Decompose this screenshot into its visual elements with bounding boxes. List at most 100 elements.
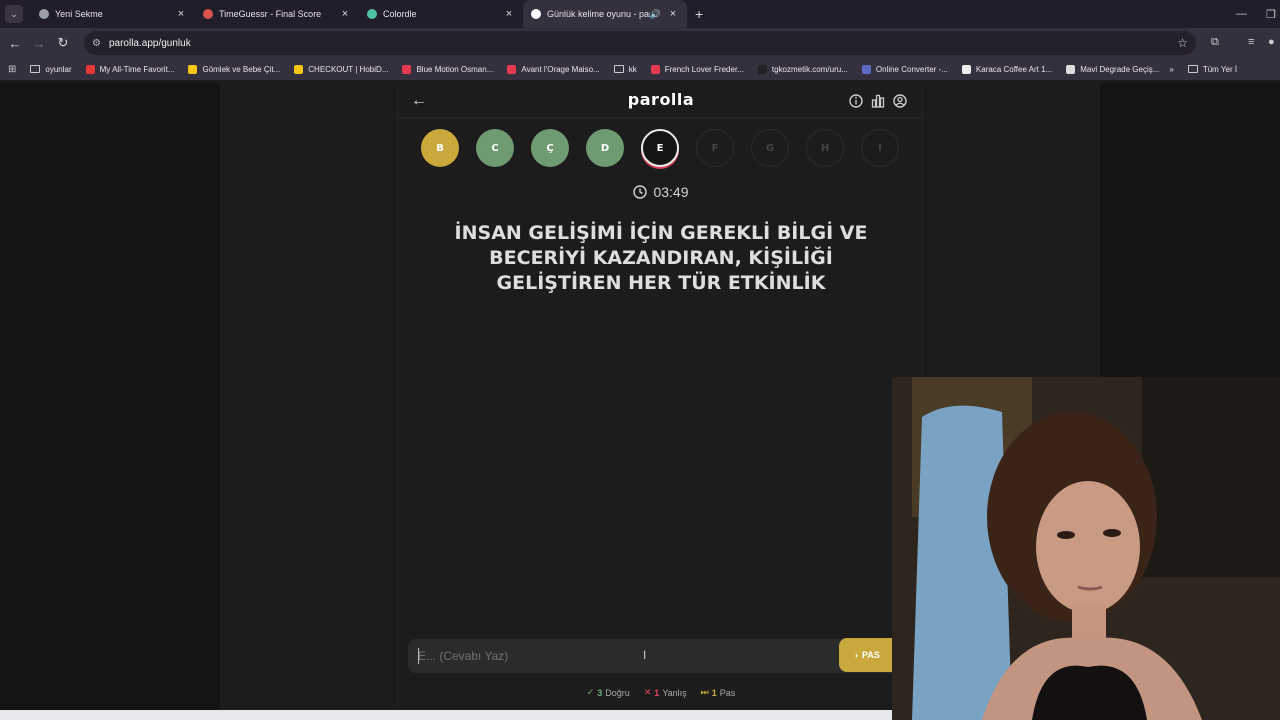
letter-circle-pending: H — [806, 129, 844, 167]
bookmark-item[interactable]: My All-Time Favorit... — [85, 64, 175, 74]
letter-circle-green: D — [586, 129, 624, 167]
profile-icon[interactable]: ● — [1268, 36, 1275, 48]
bookmark-favicon-icon — [650, 64, 660, 74]
letter-circle-pending: G — [751, 129, 789, 167]
game-logo: parolla — [627, 90, 695, 109]
bookmark-label: Mavi Degrade Geçiş... — [1080, 64, 1160, 74]
address-toolbar: ← → ↻ ⚙ parolla.app/gunluk ☆ ⧉ ≡ ● — [0, 28, 1280, 58]
bookmark-favicon-icon — [85, 64, 95, 74]
tab-favicon-icon — [367, 9, 377, 19]
folder-icon — [30, 65, 41, 73]
game-panel: ← parolla BCÇDEFGHİ 03:49 İNSAN GELİŞİMİ… — [397, 83, 924, 710]
mouse-cursor-icon: I — [643, 648, 647, 662]
bookmark-item[interactable]: Karaca Coffee Art 1... — [961, 64, 1052, 74]
browser-tab[interactable]: Günlük kelime oyunu - parolla🔊 × — [523, 0, 687, 28]
new-tab-button[interactable]: + — [695, 6, 709, 22]
tab-favicon-icon — [203, 9, 213, 19]
bookmark-label: Online Converter -... — [875, 64, 948, 74]
cross-icon: ✕ — [643, 687, 652, 697]
all-bookmarks-folder[interactable]: Tüm Yer İ — [1187, 65, 1237, 74]
reload-button[interactable]: ↻ — [51, 35, 75, 51]
tab-favicon-icon — [39, 9, 49, 19]
folder-icon — [1187, 65, 1198, 73]
header-divider — [398, 117, 924, 118]
pass-button[interactable]: › PAS — [839, 638, 893, 672]
bookmark-item[interactable]: Blue Motion Osman... — [402, 64, 494, 74]
site-info-icon[interactable]: ⚙ — [92, 38, 101, 49]
minimize-button[interactable]: — — [1236, 0, 1247, 28]
tab-close-icon[interactable]: × — [339, 8, 351, 20]
bookmark-favicon-icon — [861, 64, 871, 74]
forward-button[interactable]: → — [27, 36, 51, 51]
tabs-container: Yeni Sekme × TimeGuessr - Final Score × Colo… — [31, 0, 687, 28]
bookmark-favicon-icon — [757, 64, 767, 74]
answer-box[interactable] — [408, 639, 898, 673]
question-text: İNSAN GELİŞİMİ İÇİN GEREKLİ BİLGİ VE BEC… — [454, 222, 868, 294]
browser-tab[interactable]: Yeni Sekme × — [31, 0, 195, 28]
bookmark-favicon-icon — [188, 64, 198, 74]
bookmark-item[interactable]: Mavi Degrade Geçiş... — [1066, 64, 1160, 74]
stats-chart-icon[interactable] — [870, 93, 886, 109]
folder-icon — [613, 65, 624, 73]
bookmark-label: My All-Time Favorit... — [99, 64, 175, 74]
skip-icon: ⏭ — [700, 687, 709, 697]
tab-title: Yeni Sekme — [55, 9, 103, 19]
timer-value: 03:49 — [653, 184, 689, 200]
pass-count: 1 — [711, 687, 717, 698]
tab-favicon-icon — [531, 9, 541, 19]
pass-stat-label: Pas — [719, 687, 736, 698]
bookmark-item[interactable]: CHECKOUT | HobiD... — [294, 64, 389, 74]
tab-close-icon[interactable]: × — [175, 8, 187, 20]
bookmark-item[interactable]: Gömlek ve Bebe Çit... — [188, 64, 281, 74]
answer-input[interactable] — [418, 639, 828, 673]
reading-list-icon[interactable]: ≡ — [1248, 36, 1254, 48]
bookmark-favicon-icon — [961, 64, 971, 74]
bookmark-item[interactable]: oyunlar — [30, 64, 72, 74]
bookmark-favicon-icon — [402, 64, 412, 74]
os-taskbar — [0, 710, 892, 720]
bookmark-star-icon[interactable]: ☆ — [1177, 36, 1188, 50]
bookmark-item[interactable]: Online Converter -... — [861, 64, 948, 74]
bookmark-label: oyunlar — [45, 64, 72, 74]
tab-title: Colordle — [383, 9, 417, 19]
bookmark-item[interactable]: French Lover Freder... — [650, 64, 744, 74]
bookmark-item[interactable]: tgkozmetik.com/uru... — [757, 64, 848, 74]
letter-circle-green: Ç — [531, 129, 569, 167]
tab-close-icon[interactable]: × — [503, 8, 515, 20]
left-margin — [0, 83, 220, 710]
extensions-icon[interactable]: ⧉ — [1211, 36, 1219, 49]
apps-grid-icon[interactable]: ⊞ — [8, 64, 16, 75]
browser-tab[interactable]: Colordle × — [359, 0, 523, 28]
tab-close-icon[interactable]: × — [667, 8, 679, 20]
webcam-person-image — [892, 377, 1280, 720]
bookmark-item[interactable]: Avant l'Orage Maiso... — [507, 64, 600, 74]
bookmark-label: Gömlek ve Bebe Çit... — [202, 64, 281, 74]
bookmark-label: Blue Motion Osman... — [416, 64, 494, 74]
pass-button-label: PAS — [862, 650, 880, 660]
browser-tab[interactable]: TimeGuessr - Final Score × — [195, 0, 359, 28]
bookmark-favicon-icon — [507, 64, 517, 74]
back-button[interactable]: ← — [3, 36, 27, 51]
tab-title: TimeGuessr - Final Score — [219, 9, 322, 19]
letter-circle-green: C — [476, 129, 514, 167]
wrong-label: Yanlış — [662, 687, 687, 698]
account-icon[interactable] — [892, 93, 908, 109]
info-icon[interactable] — [848, 93, 864, 109]
omnibox[interactable]: ⚙ parolla.app/gunluk ☆ — [84, 31, 1196, 55]
restore-button[interactable]: ❐ — [1266, 0, 1276, 28]
letter-track: BCÇDEFGHİ — [421, 129, 899, 167]
bookmarks-overflow-icon[interactable]: » — [1169, 65, 1173, 74]
webcam-overlay — [892, 377, 1280, 720]
bookmark-label: CHECKOUT | HobiD... — [308, 64, 389, 74]
timer: 03:49 — [398, 184, 924, 200]
wrong-count: 1 — [654, 687, 660, 698]
tab-audio-icon[interactable]: 🔊 — [650, 9, 661, 20]
bookmarks-bar: ⊞ oyunlar My All-Time Favorit... Gömlek ve… — [0, 58, 1280, 80]
letter-circle-yellow: B — [421, 129, 459, 167]
wrong-stat: ✕ 1 Yanlış — [644, 687, 687, 698]
letter-circle-pending: F — [696, 129, 734, 167]
tab-search-button[interactable]: ⌄ — [5, 5, 23, 23]
bookmark-label: Avant l'Orage Maiso... — [521, 64, 600, 74]
bookmark-label: French Lover Freder... — [664, 64, 744, 74]
bookmark-item[interactable]: kk — [613, 65, 637, 74]
